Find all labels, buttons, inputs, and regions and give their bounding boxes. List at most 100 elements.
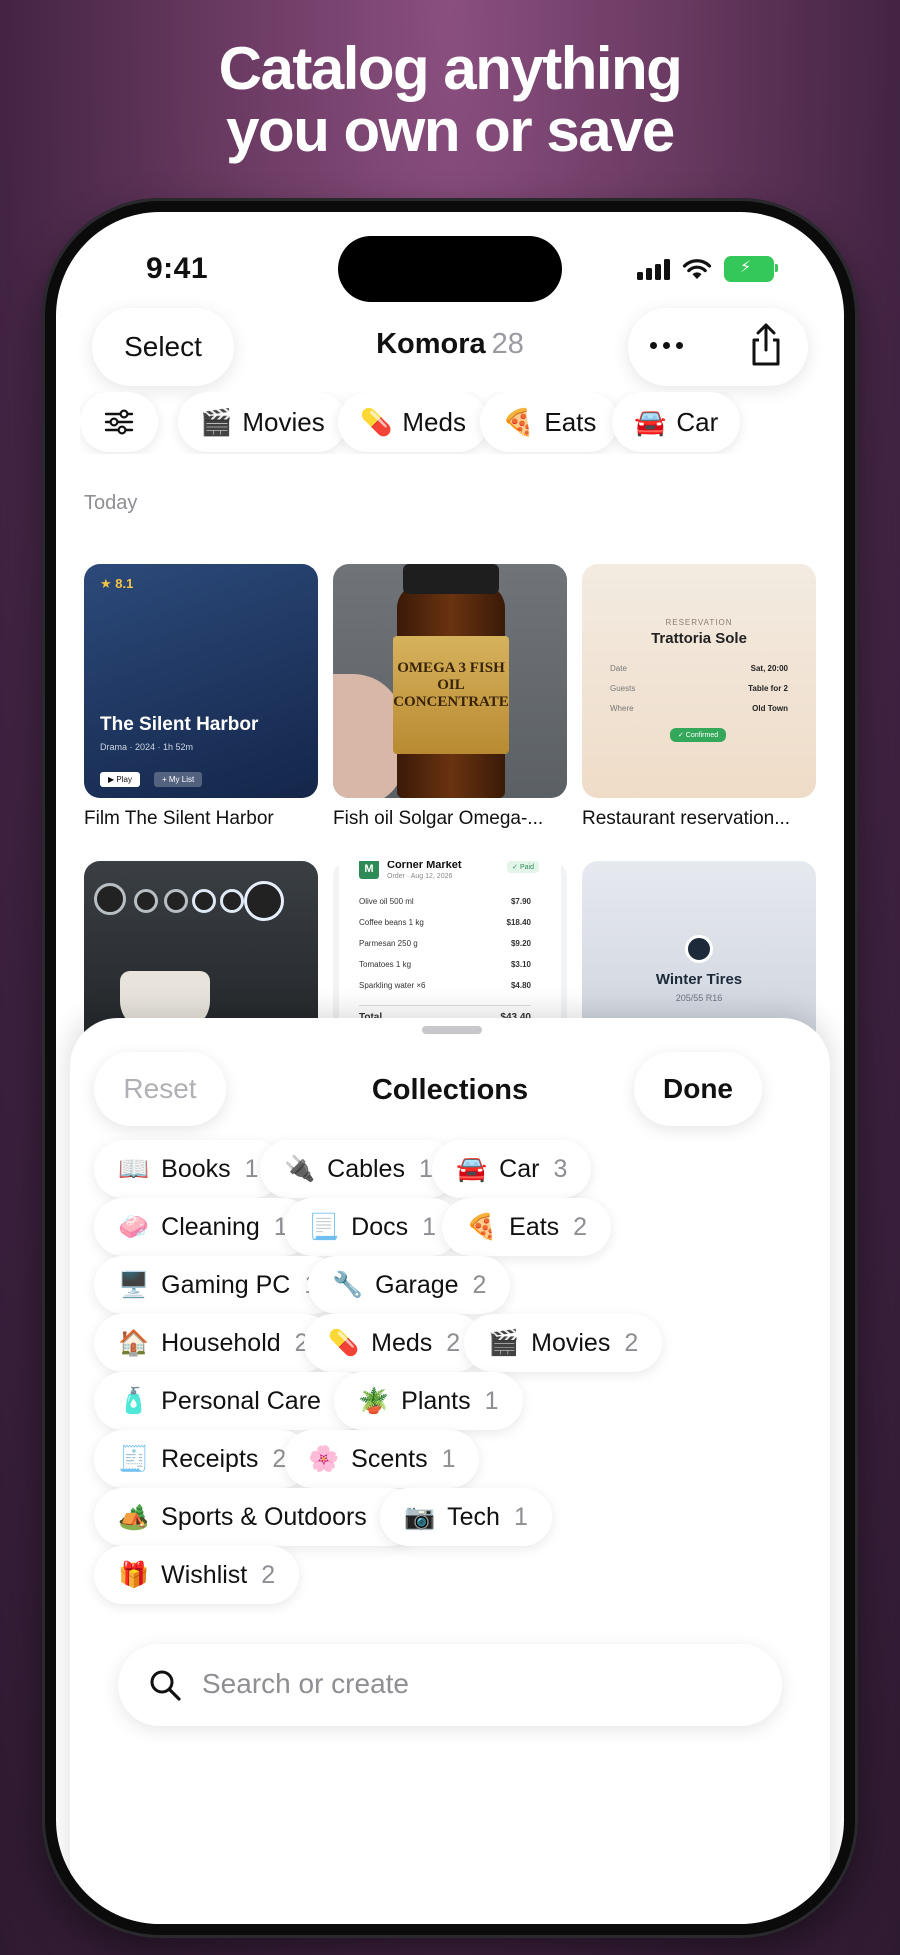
collection-chip-cleaning[interactable]: 🧼 Cleaning 1 [94,1198,312,1256]
collection-emoji-icon: 🌸 [308,1444,340,1473]
collection-label: Scents [351,1444,428,1473]
collection-emoji-icon: 🧾 [118,1444,150,1473]
collection-count: 1 [418,1154,433,1183]
marketing-headline: Catalog anything you own or save [0,38,900,162]
collection-chip-plants[interactable]: 🪴 Plants 1 [334,1372,523,1430]
pizza-icon: 🍕 [502,406,535,437]
chip-label: Meds [402,406,466,437]
gauge-shape [134,889,158,913]
share-icon[interactable] [746,322,786,368]
search-icon [150,1670,181,1701]
search-field[interactable]: Search or create [118,1644,782,1726]
collection-chip-household[interactable]: 🏠 Household 2 [94,1314,333,1372]
ellipsis-icon[interactable] [650,342,683,349]
status-icons: ⚡ [637,256,778,282]
play-label: ▶ Play [100,772,140,787]
collection-chip-car[interactable]: 🚘 Car 3 [432,1140,592,1198]
collection-count: 2 [624,1328,639,1357]
status-time: 9:41 [146,252,209,285]
collection-label: Household [161,1328,281,1357]
film-title: The Silent Harbor [100,714,259,735]
receipt-line: Parmesan 250 g $9.20 [359,939,531,948]
collection-chip-gaming-pc[interactable]: 🖥️Gaming PC1 [94,1256,343,1314]
collection-chip-cables[interactable]: 🔌 Cables 1 [260,1140,457,1198]
receipt-date: Order · Aug 12, 2026 [387,873,453,880]
collection-emoji-icon: 📷 [404,1502,436,1531]
collection-emoji-icon: 🎬 [488,1328,520,1357]
bottle-cap [403,564,499,594]
collection-chip-personal-care[interactable]: 🧴Personal Care1 [94,1372,373,1430]
filter-chips-row: 🎬 Movies 💊 Meds 🍕 Eats 🚘 Car [80,392,844,454]
collection-chip-garage[interactable]: 🔧 Garage 2 [308,1256,511,1314]
collection-emoji-icon: 📖 [118,1154,150,1183]
collection-count: 2 [573,1212,588,1241]
collection-label: Garage [375,1270,459,1299]
battery-charging-icon: ⚡ [724,256,778,282]
collection-count: 1 [513,1502,528,1531]
collection-count: 3 [553,1154,568,1183]
cellular-signal-icon [637,258,670,280]
search-input[interactable]: Search or create [202,1668,409,1700]
chip-label: Eats [544,406,597,437]
receipt-line: Tomatoes 1 kg $3.10 [359,960,531,969]
phone-screen: 9:41 ⚡ Select Komora 28 🎬 Movies 💊 Meds … [56,212,844,1924]
sheet-grabber[interactable] [422,1026,482,1034]
filter-chip-eats[interactable]: 🍕 Eats [480,392,619,452]
item-thumbnail-fish-oil[interactable]: OMEGA 3 FISH OIL CONCENTRATE [333,564,567,798]
collection-label: Personal Care [161,1386,321,1415]
reservation-row: Guests Table for 2 [610,684,788,693]
car-icon: 🚘 [634,406,667,437]
done-button[interactable]: Done [634,1052,762,1126]
headline-line-1: Catalog anything [218,35,683,102]
chip-label: Car [676,406,719,437]
collection-emoji-icon: 🚘 [456,1154,488,1183]
receipt-line: Coffee beans 1 kg $18.40 [359,918,531,927]
clapperboard-icon: 🎬 [200,406,233,437]
filter-chip-car[interactable]: 🚘 Car [612,392,741,452]
collection-count: 1 [244,1154,259,1183]
my-list-label: + My List [154,772,203,787]
item-thumbnail-reservation[interactable]: RESERVATION Trattoria Sole Date Sat, 20:0… [582,564,816,798]
collection-chip-docs[interactable]: 📃 Docs 1 [284,1198,461,1256]
collection-chip-receipts[interactable]: 🧾 Receipts 2 [94,1430,311,1488]
header-actions [628,308,808,386]
collection-label: Meds [371,1328,433,1357]
filter-chip-movies[interactable]: 🎬 Movies [178,392,347,452]
headline-line-2: you own or save [226,97,675,164]
item-count: 28 [491,328,524,360]
collection-label: Docs [351,1212,409,1241]
collection-chip-sports-outdoors[interactable]: 🏕️Sports & Outdoors2 [94,1488,419,1546]
collection-chip-wishlist[interactable]: 🎁 Wishlist 2 [94,1546,300,1604]
collection-emoji-icon: 💊 [328,1328,360,1357]
collection-chip-meds[interactable]: 💊 Meds 2 [304,1314,485,1372]
collection-emoji-icon: 🏠 [118,1328,150,1357]
collection-label: Movies [531,1328,611,1357]
gauge-shape [164,889,188,913]
tires-size: 205/55 R16 [675,993,723,1003]
collection-emoji-icon: 🏕️ [118,1502,150,1531]
sliders-icon [104,409,134,435]
collection-chip-tech[interactable]: 📷 Tech 1 [380,1488,552,1546]
gauge-shape [192,889,216,913]
paid-badge: ✓ Paid [507,861,539,873]
receipt-line: Sparkling water ×6 $4.80 [359,981,531,990]
collection-chip-books[interactable]: 📖 Books 1 [94,1140,283,1198]
reservation-row: Where Old Town [610,704,788,713]
item-caption: Film The Silent Harbor [84,808,274,829]
section-label: Today [84,492,138,514]
item-caption: Fish oil Solgar Omega-... [333,808,544,829]
film-meta: Drama · 2024 · 1h 52m [100,742,194,752]
item-thumbnail-film[interactable]: ★ 8.1 The Silent Harbor Drama · 2024 · 1… [84,564,318,798]
collection-chip-scents[interactable]: 🌸 Scents 1 [284,1430,480,1488]
filter-chip-meds[interactable]: 💊 Meds [338,392,488,452]
chip-label: Movies [242,406,325,437]
collection-label: Wishlist [161,1560,248,1589]
collection-emoji-icon: 🎁 [118,1560,150,1589]
collection-chip-eats[interactable]: 🍕 Eats 2 [442,1198,612,1256]
collection-emoji-icon: 🪴 [358,1386,390,1415]
collection-emoji-icon: 🧴 [118,1386,150,1415]
collection-chip-movies[interactable]: 🎬 Movies 2 [464,1314,663,1372]
filter-settings-button[interactable] [80,392,158,452]
collection-count: 1 [484,1386,499,1415]
collection-emoji-icon: 📃 [308,1212,340,1241]
